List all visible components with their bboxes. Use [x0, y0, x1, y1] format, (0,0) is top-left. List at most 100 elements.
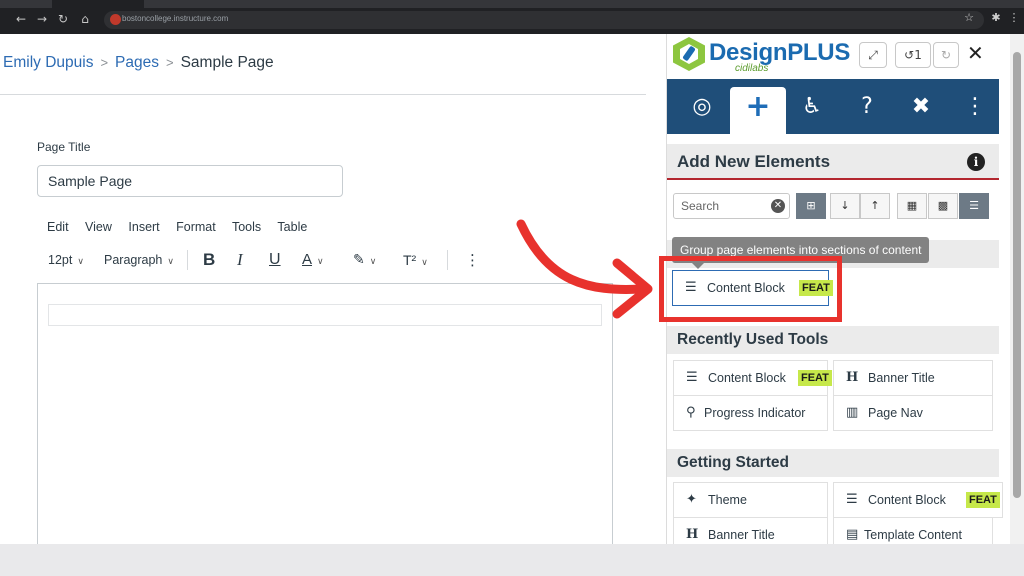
- editor-content-line[interactable]: [48, 304, 602, 326]
- add-icon[interactable]: +: [730, 87, 786, 134]
- chevron-down-icon: ∨: [369, 257, 377, 267]
- small-grid-view-icon[interactable]: ▩: [928, 193, 958, 219]
- target-icon[interactable]: ◎: [674, 79, 730, 134]
- clear-search-icon[interactable]: ✕: [771, 199, 785, 213]
- undo-button[interactable]: ↺1: [895, 42, 931, 68]
- menu-format[interactable]: Format: [176, 220, 216, 234]
- tools-icon[interactable]: ✖: [893, 79, 949, 134]
- element-search-input[interactable]: Search ✕: [673, 193, 790, 219]
- menu-view[interactable]: View: [85, 220, 112, 234]
- text-color-icon[interactable]: A ∨: [302, 248, 324, 272]
- started-template-content[interactable]: ▤ Template Content: [833, 517, 993, 544]
- map-pin-icon: ⚲: [686, 405, 696, 420]
- browser-tab[interactable]: [52, 0, 144, 8]
- element-label: Banner Title: [868, 371, 935, 385]
- breadcrumb-chevron-icon: >: [166, 55, 174, 70]
- sort-ascending-icon[interactable]: ↓: [830, 193, 860, 219]
- reload-icon[interactable]: ↻: [56, 12, 70, 26]
- recent-page-nav[interactable]: ▥ Page Nav: [833, 395, 993, 431]
- group-view-icon[interactable]: ⊞: [796, 193, 826, 219]
- breadcrumb: Emily Dupuis > Pages > Sample Page: [3, 54, 274, 72]
- recent-banner-title[interactable]: H Banner Title: [833, 360, 993, 396]
- address-url: bostoncollege.instructure.com: [122, 14, 229, 23]
- panel-nav: ◎ + ♿ ? ✖ ⋮: [667, 79, 999, 134]
- sort-descending-icon[interactable]: ↑: [860, 193, 890, 219]
- started-banner-title[interactable]: H Banner Title: [673, 517, 828, 544]
- superscript-label: T²: [403, 252, 417, 268]
- large-grid-view-icon[interactable]: ▦: [897, 193, 927, 219]
- recent-title: Recently Used Tools: [667, 326, 999, 354]
- more-menu-icon[interactable]: ⋮: [947, 79, 1003, 134]
- book-icon: ▥: [846, 405, 859, 420]
- bookmark-star-icon[interactable]: ☆: [963, 12, 975, 24]
- element-label: Theme: [708, 493, 747, 507]
- editor-toolbar: 12pt ∨ Paragraph ∨ B I U A ∨ ✎ ∨ T² ∨ ⋮: [37, 248, 617, 272]
- underline-icon[interactable]: U: [269, 248, 281, 272]
- magic-wand-icon: ✦: [686, 492, 697, 507]
- breadcrumb-course[interactable]: Emily Dupuis: [3, 54, 93, 71]
- panel-scrollbar-thumb[interactable]: [1013, 52, 1021, 498]
- started-title: Getting Started: [667, 449, 999, 477]
- menu-tools[interactable]: Tools: [232, 220, 261, 234]
- address-bar[interactable]: bostoncollege.instructure.com: [104, 11, 984, 29]
- more-options-icon[interactable]: ⋮: [465, 248, 480, 272]
- browser-toolbar: ← → ↻ ⌂ bostoncollege.instructure.com ☆ …: [0, 0, 1024, 34]
- site-favicon-icon: [110, 14, 121, 25]
- menu-insert[interactable]: Insert: [128, 220, 159, 234]
- breadcrumb-pages[interactable]: Pages: [115, 54, 159, 71]
- heading-icon: H: [846, 370, 859, 385]
- started-content-block[interactable]: ☰ Content Block FEAT: [833, 482, 1003, 518]
- search-placeholder: Search: [681, 199, 720, 213]
- feat-badge: FEAT: [966, 492, 1000, 508]
- page-title-label: Page Title: [37, 140, 91, 154]
- accessibility-icon[interactable]: ♿: [784, 79, 840, 134]
- list-view-icon[interactable]: ☰: [959, 193, 989, 219]
- help-icon[interactable]: ?: [839, 79, 895, 134]
- forward-icon[interactable]: →: [35, 12, 49, 26]
- rich-text-editor[interactable]: [37, 283, 613, 545]
- highlight-color-icon[interactable]: ✎ ∨: [353, 248, 376, 272]
- breadcrumb-chevron-icon: >: [100, 55, 109, 70]
- divider: [0, 94, 646, 95]
- menu-edit[interactable]: Edit: [47, 220, 69, 234]
- font-size-value: 12pt: [48, 253, 73, 267]
- info-icon[interactable]: i: [967, 153, 985, 171]
- toolbar-divider: [187, 250, 188, 270]
- annotation-highlight-box: [659, 256, 842, 322]
- heading-icon: H: [686, 527, 699, 542]
- element-label: Content Block: [868, 493, 946, 507]
- element-label: Page Nav: [868, 406, 923, 420]
- extensions-icon[interactable]: ✱: [990, 12, 1002, 24]
- feat-badge: FEAT: [798, 370, 832, 386]
- page-bottom-background: [0, 544, 1024, 576]
- italic-icon[interactable]: I: [237, 248, 243, 272]
- list-icon: ☰: [846, 492, 858, 507]
- recent-progress-indicator[interactable]: ⚲ Progress Indicator: [673, 395, 828, 431]
- recent-content-block[interactable]: ☰ Content Block FEAT: [673, 360, 832, 396]
- chevron-down-icon: ∨: [421, 257, 428, 267]
- close-icon[interactable]: ✕: [967, 41, 984, 65]
- breadcrumb-current: Sample Page: [180, 54, 274, 71]
- list-icon: ☰: [686, 370, 698, 385]
- redo-icon[interactable]: ↻: [933, 42, 959, 68]
- element-label: Template Content: [864, 528, 962, 542]
- menu-table[interactable]: Table: [277, 220, 307, 234]
- section-title: Add New Elements: [667, 144, 999, 180]
- canvas-page: Emily Dupuis > Pages > Sample Page Page Titl…: [0, 34, 666, 545]
- chevron-down-icon: ∨: [77, 256, 84, 266]
- block-format-select[interactable]: Paragraph ∨: [104, 248, 174, 272]
- browser-menu-icon[interactable]: ⋮: [1008, 12, 1020, 24]
- home-icon[interactable]: ⌂: [78, 12, 92, 26]
- bold-icon[interactable]: B: [203, 248, 215, 272]
- superscript-icon[interactable]: T² ∨: [403, 248, 428, 272]
- page-title-input[interactable]: Sample Page: [37, 165, 343, 197]
- element-label: Progress Indicator: [704, 406, 806, 420]
- back-icon[interactable]: ←: [14, 12, 28, 26]
- editor-menubar: Edit View Insert Format Tools Table: [47, 220, 320, 234]
- font-size-select[interactable]: 12pt ∨: [48, 248, 84, 272]
- element-label: Content Block: [708, 371, 786, 385]
- block-format-value: Paragraph: [104, 253, 163, 267]
- expand-icon[interactable]: ⤢: [859, 42, 887, 68]
- tab-strip: [0, 0, 1024, 8]
- started-theme[interactable]: ✦ Theme: [673, 482, 828, 518]
